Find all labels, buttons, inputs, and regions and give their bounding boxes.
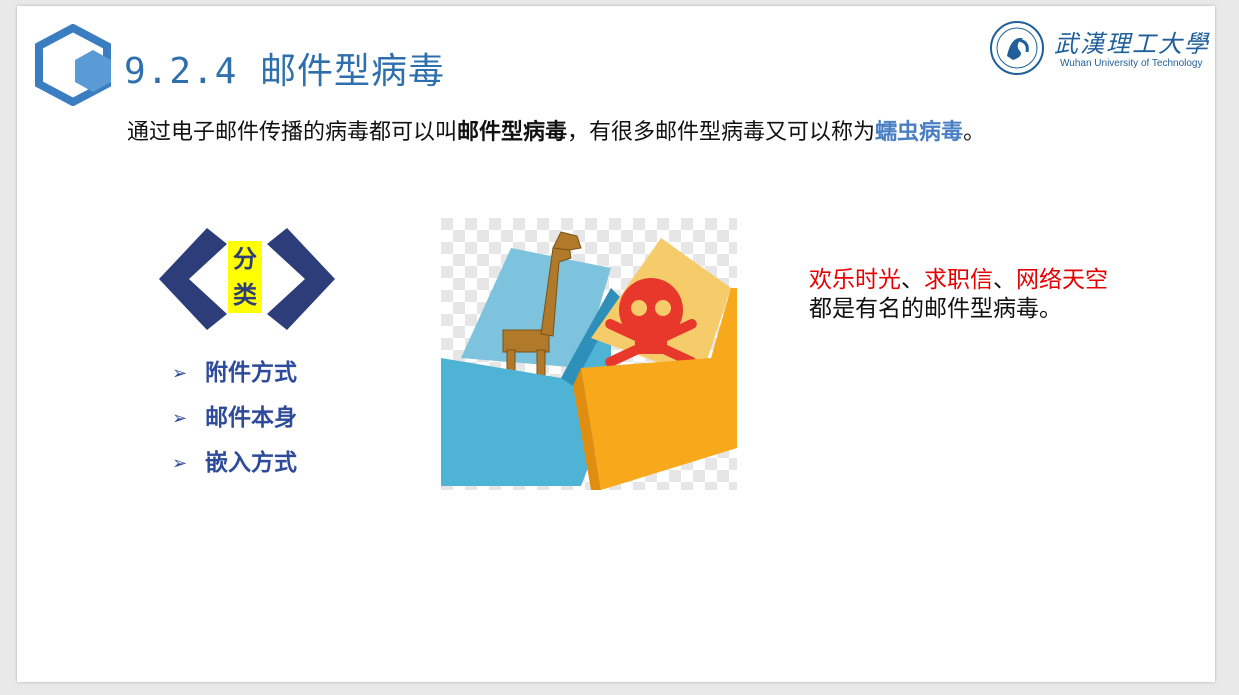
intro-part2: ，有很多邮件型病毒又可以称为 [567, 120, 876, 145]
intro-text: 通过电子邮件传播的病毒都可以叫邮件型病毒，有很多邮件型病毒又可以称为蠕虫病毒。 [127, 114, 985, 146]
example-name-1: 欢乐时光 [809, 267, 901, 293]
university-subtitle: Wuhan University of Technology [1060, 58, 1203, 69]
trojan-horse-illustration [441, 218, 737, 490]
page-title: 9.2.4 邮件型病毒 [124, 51, 446, 92]
example-separator: 、 [993, 267, 1016, 293]
example-name-3: 网络天空 [1016, 267, 1108, 293]
arrow-bullet-icon: ➢ [172, 453, 188, 474]
list-item: ➢ 附件方式 [172, 351, 297, 396]
examples-rest: 都是有名的邮件型病毒。 [809, 296, 1062, 322]
arrow-bullet-icon: ➢ [172, 363, 188, 384]
example-name-2: 求职信 [924, 267, 993, 293]
university-name: 武漢理工大學 [1054, 30, 1210, 58]
category-badge: 分类 [159, 228, 335, 330]
intro-term-mail-virus: 邮件型病毒 [457, 120, 568, 145]
examples-text: 欢乐时光、求职信、网络天空都是有名的邮件型病毒。 [809, 266, 1109, 324]
list-item-label: 嵌入方式 [205, 450, 297, 476]
category-label: 分类 [228, 241, 262, 313]
intro-part1: 通过电子邮件传播的病毒都可以叫 [127, 120, 458, 145]
list-item-label: 附件方式 [205, 360, 297, 386]
list-item-label: 邮件本身 [205, 405, 297, 431]
slide: 9.2.4 邮件型病毒 武漢理工大學 Wuhan University of T… [17, 6, 1215, 682]
intro-term-worm: 蠕虫病毒 [875, 120, 964, 145]
list-item: ➢ 邮件本身 [172, 396, 297, 441]
arrow-bullet-icon: ➢ [172, 408, 188, 429]
example-separator: 、 [901, 267, 924, 293]
hexagon-logo-icon [35, 24, 111, 106]
list-item: ➢ 嵌入方式 [172, 441, 297, 486]
category-list: ➢ 附件方式 ➢ 邮件本身 ➢ 嵌入方式 [172, 351, 297, 486]
intro-end: 。 [963, 120, 986, 145]
